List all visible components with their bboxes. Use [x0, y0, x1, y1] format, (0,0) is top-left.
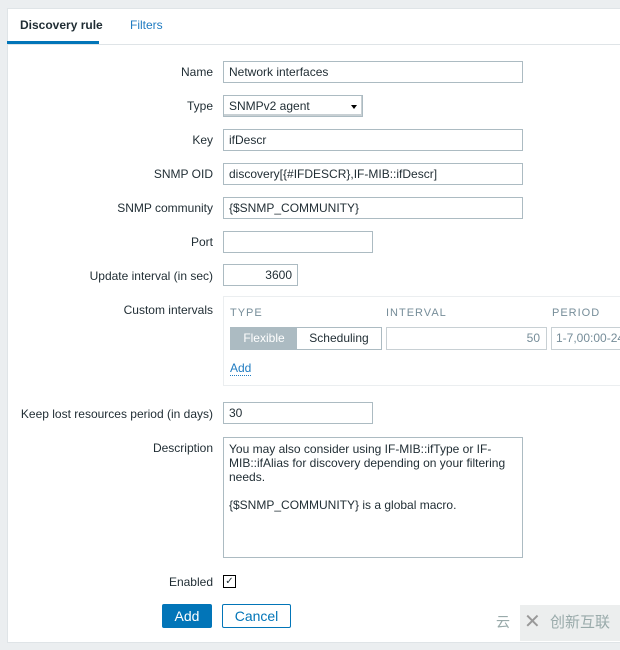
watermark-logo: 创新互联 ✕	[520, 605, 620, 641]
snmp-oid-label: SNMP OID	[153, 167, 213, 181]
type-label: Type	[186, 99, 213, 113]
description-label: Description	[152, 441, 213, 455]
snmp-community-label: SNMP community	[117, 201, 213, 215]
enabled-label: Enabled	[168, 575, 213, 589]
active-tab-indicator	[7, 41, 99, 44]
scheduling-toggle[interactable]: Scheduling	[297, 327, 382, 350]
description-textarea[interactable]: You may also consider using IF-MIB::ifTy…	[223, 437, 523, 558]
tab-bar: Discovery rule Filters	[7, 8, 620, 45]
type-value: SNMPv2 agent	[229, 99, 310, 113]
key-label: Key	[192, 133, 213, 147]
port-input[interactable]	[223, 231, 373, 253]
watermark-text: 创新互联	[550, 614, 611, 631]
key-input[interactable]: ifDescr	[223, 129, 523, 151]
add-interval-link[interactable]: Add	[230, 362, 252, 376]
type-select[interactable]: SNMPv2 agent	[223, 95, 363, 117]
snmp-community-input[interactable]: {$SNMP_COMMUNITY}	[223, 197, 523, 219]
custom-intervals-table: TYPE INTERVAL PERIOD Flexible Scheduling…	[223, 296, 620, 386]
period-input[interactable]: 1-7,00:00-24:00	[551, 327, 620, 350]
dropdown-arrow-icon	[351, 105, 357, 109]
snmp-oid-input[interactable]: discovery[{#IFDESCR},IF-MIB::ifDescr]	[223, 163, 523, 185]
port-label: Port	[190, 235, 213, 249]
period-header: PERIOD	[552, 307, 601, 319]
cancel-button[interactable]: Cancel	[222, 604, 291, 628]
tab-filters[interactable]: Filters	[130, 18, 163, 32]
custom-intervals-label: Custom intervals	[123, 303, 213, 317]
type-header: TYPE	[230, 307, 263, 319]
interval-input[interactable]: 50	[386, 327, 547, 350]
add-button[interactable]: Add	[162, 604, 212, 628]
checkmark-icon: ✓	[225, 576, 234, 587]
flexible-toggle[interactable]: Flexible	[230, 327, 297, 350]
update-interval-input[interactable]: 3600	[223, 264, 298, 286]
update-interval-label: Update interval (in sec)	[89, 269, 213, 283]
enabled-checkbox[interactable]: ✓	[223, 575, 236, 588]
name-input[interactable]: Network interfaces	[223, 61, 523, 83]
tab-discovery-rule[interactable]: Discovery rule	[20, 18, 103, 32]
interval-header: INTERVAL	[386, 307, 447, 319]
name-label: Name	[180, 65, 213, 79]
watermark-left: 云	[496, 614, 510, 630]
keep-lost-label: Keep lost resources period (in days)	[20, 407, 213, 421]
keep-lost-input[interactable]: 30	[223, 402, 373, 424]
logo-icon: ✕	[524, 611, 541, 633]
